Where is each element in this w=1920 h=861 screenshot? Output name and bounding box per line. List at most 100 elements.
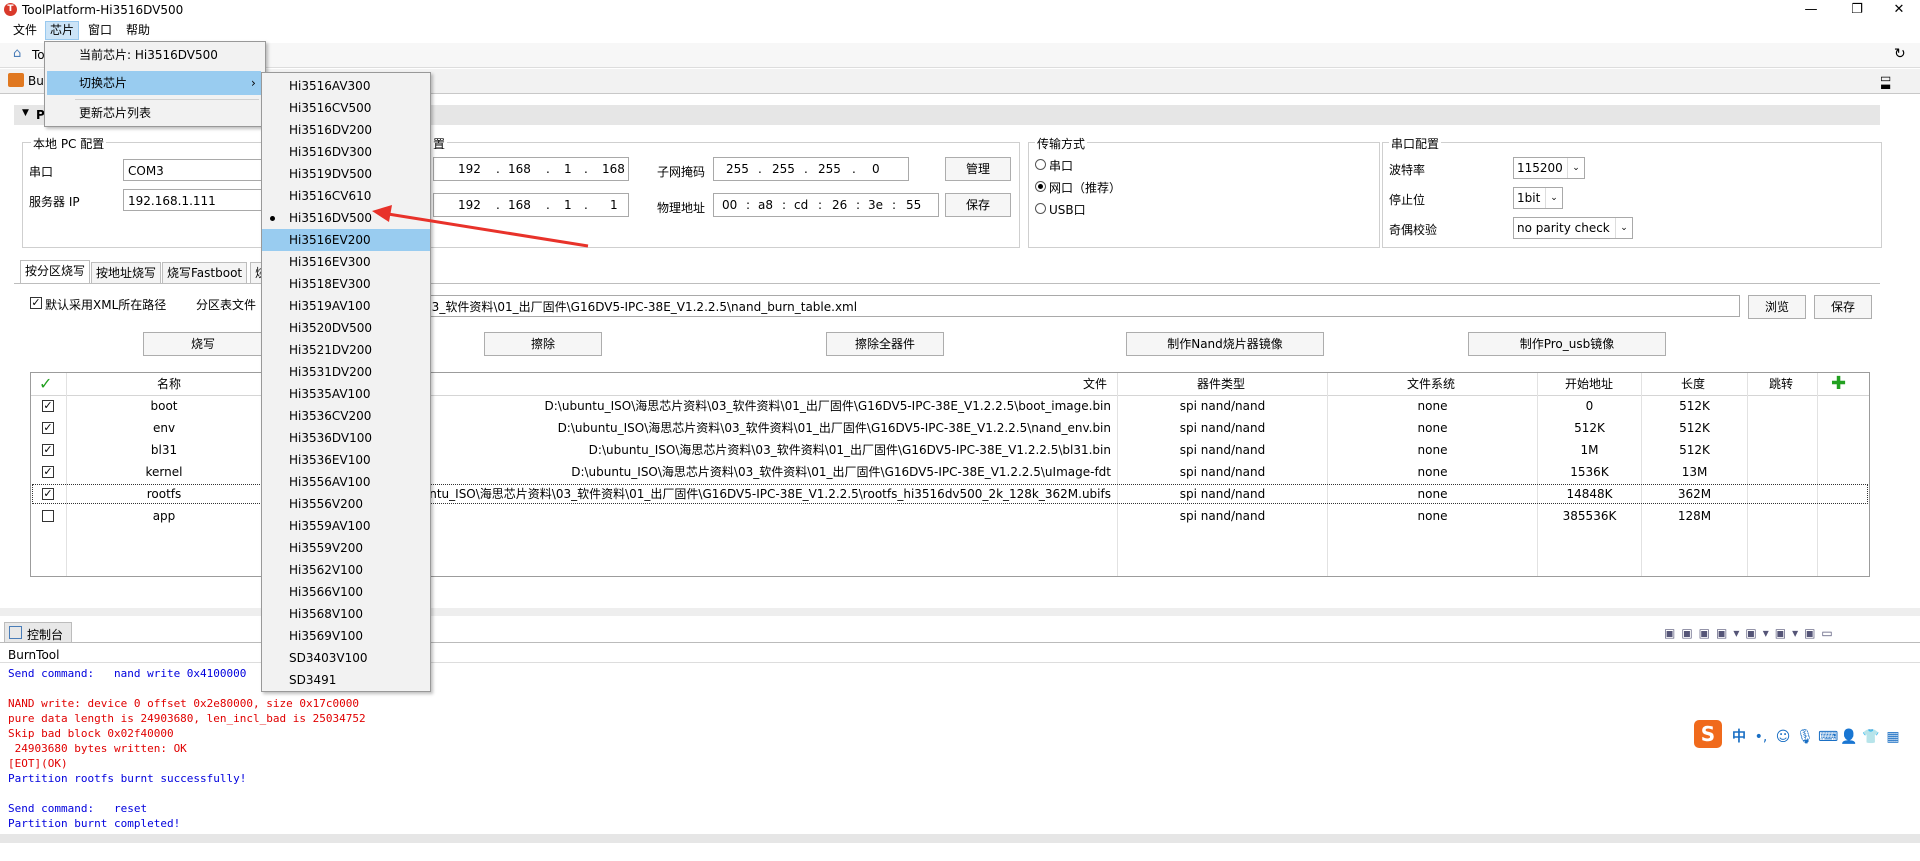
serial-field[interactable]: COM3 xyxy=(123,159,269,181)
punctuation-icon[interactable]: •, xyxy=(1752,728,1770,746)
chip-option[interactable]: Hi3556V200 xyxy=(262,493,430,515)
tab-fastboot-burn[interactable]: 烧写Fastboot xyxy=(162,262,248,283)
user-icon[interactable]: 👤 xyxy=(1840,728,1858,746)
menu-window[interactable]: 窗口 xyxy=(84,22,116,39)
chip-option[interactable]: Hi3566V100 xyxy=(262,581,430,603)
make-pro-usb-image-button[interactable]: 制作Pro_usb镜像 xyxy=(1468,332,1666,356)
chip-option[interactable]: Hi3568V100 xyxy=(262,603,430,625)
row-checkbox[interactable]: ✓ xyxy=(42,466,54,478)
switch-chip-item[interactable]: 切换芯片 › xyxy=(47,71,261,95)
chip-option[interactable]: Hi3536DV100 xyxy=(262,427,430,449)
baud-label: 波特率 xyxy=(1389,163,1426,177)
chip-option[interactable]: Hi3516CV500 xyxy=(262,97,430,119)
chip-option[interactable]: Hi3531DV200 xyxy=(262,361,430,383)
title-bar: T ToolPlatform-Hi3516DV500 — ❐ ✕ xyxy=(0,0,1920,20)
chip-option[interactable]: Hi3516AV300 xyxy=(262,75,430,97)
chip-option[interactable]: Hi3520DV500 xyxy=(262,317,430,339)
menu-help[interactable]: 帮助 xyxy=(122,22,154,39)
row-checkbox[interactable]: ✓ xyxy=(42,444,54,456)
chip-option[interactable]: Hi3536EV100 xyxy=(262,449,430,471)
chip-option-label: Hi3521DV200 xyxy=(289,343,373,357)
burn-button[interactable]: 烧写 xyxy=(143,332,263,356)
editor-tab-label[interactable]: Bu xyxy=(28,74,44,88)
ip-octet: 168 xyxy=(602,162,625,176)
keyboard-icon[interactable]: ⌨ xyxy=(1818,728,1838,746)
home-tab-label[interactable]: To xyxy=(32,48,45,62)
baud-select[interactable]: 115200 ⌄ xyxy=(1513,157,1585,179)
erase-all-button[interactable]: 擦除全器件 xyxy=(826,332,944,356)
close-button[interactable]: ✕ xyxy=(1876,0,1920,20)
chip-option[interactable]: Hi3562V100 xyxy=(262,559,430,581)
xml-save-button[interactable]: 保存 xyxy=(1814,295,1872,319)
default-xml-label: 默认采用XML所在路径 xyxy=(45,298,167,312)
chip-option[interactable]: Hi3519DV500 xyxy=(262,163,430,185)
mask-octet: 255 xyxy=(726,162,749,176)
update-chip-list-item[interactable]: 更新芯片列表 xyxy=(79,102,151,124)
refresh-icon[interactable]: ↻ xyxy=(1894,46,1906,62)
chip-option[interactable]: Hi3516EV300 xyxy=(262,251,430,273)
chip-option[interactable]: Hi3518EV300 xyxy=(262,273,430,295)
console-line: pure data length is 24903680, len_incl_b… xyxy=(8,712,366,725)
erase-button[interactable]: 擦除 xyxy=(484,332,602,356)
home-icon[interactable]: ⌂ xyxy=(13,47,29,61)
mac-field[interactable]: 00: a8: cd: 26: 3e: 55 xyxy=(713,193,939,217)
microphone-icon[interactable]: 🎙 xyxy=(1796,728,1814,746)
tab-partition-burn[interactable]: 按分区烧写 xyxy=(20,260,91,284)
ime-mode[interactable]: 中 xyxy=(1730,728,1748,746)
chip-option[interactable]: Hi3536CV200 xyxy=(262,405,430,427)
chip-option[interactable]: Hi3559V200 xyxy=(262,537,430,559)
console-tab[interactable]: 控制台 xyxy=(4,622,72,643)
chip-option[interactable]: Hi3535AV100 xyxy=(262,383,430,405)
horizontal-scrollbar[interactable] xyxy=(0,834,1920,843)
row-checkbox[interactable]: ✓ xyxy=(42,400,54,412)
make-nand-image-button[interactable]: 制作Nand烧片器镜像 xyxy=(1126,332,1324,356)
default-xml-checkbox[interactable]: ✓ xyxy=(30,297,42,309)
check-all-icon[interactable]: ✓ xyxy=(39,373,52,395)
chip-option[interactable]: Hi3521DV200 xyxy=(262,339,430,361)
minimize-button[interactable]: — xyxy=(1788,0,1834,20)
chip-option[interactable]: Hi3556AV100 xyxy=(262,471,430,493)
collapse-icon[interactable]: ▼ xyxy=(22,108,29,118)
add-row-icon[interactable]: ✚ xyxy=(1831,373,1846,395)
emoji-icon[interactable]: ☺ xyxy=(1774,728,1792,746)
device-type: spi nand/nand xyxy=(1179,421,1266,435)
maximize-view-icon[interactable]: ▬ xyxy=(1880,79,1891,93)
chip-option[interactable]: Hi3519AV100 xyxy=(262,295,430,317)
manage-button[interactable]: 管理 xyxy=(945,157,1011,181)
row-checkbox[interactable] xyxy=(42,510,54,522)
usb-radio[interactable] xyxy=(1035,203,1046,214)
partition-name: boot xyxy=(150,399,178,413)
network-radio[interactable] xyxy=(1035,181,1046,192)
row-checkbox[interactable]: ✓ xyxy=(42,488,54,500)
stop-bit-select[interactable]: 1bit ⌄ xyxy=(1513,187,1563,209)
tab-address-burn[interactable]: 按地址烧写 xyxy=(91,262,162,283)
chip-option[interactable]: SD3491 xyxy=(262,669,430,691)
chip-option[interactable]: SD3403V100 xyxy=(262,647,430,669)
board-ip-field[interactable]: 192. 168. 1. 168 xyxy=(433,157,629,181)
chip-option[interactable]: Hi3516DV300 xyxy=(262,141,430,163)
row-checkbox[interactable]: ✓ xyxy=(42,422,54,434)
ip-octet: 1 xyxy=(564,162,572,176)
chip-option[interactable]: Hi3516DV200 xyxy=(262,119,430,141)
partition-file-path[interactable]: \03_软件资料\01_出厂固件\G16DV5-IPC-38E_V1.2.2.5… xyxy=(420,295,1740,317)
chip-option[interactable]: Hi3569V100 xyxy=(262,625,430,647)
console-toolbar-icons[interactable]: ▣▣▣▣▾▣▾▣▾▣▭ xyxy=(1664,626,1904,640)
maximize-button[interactable]: ❐ xyxy=(1834,0,1880,20)
board-save-button[interactable]: 保存 xyxy=(945,193,1011,217)
parity-select[interactable]: no parity check ⌄ xyxy=(1513,217,1633,239)
server-ip-label: 服务器 IP xyxy=(29,195,80,209)
browse-button[interactable]: 浏览 xyxy=(1748,295,1806,319)
chip-option[interactable]: Hi3559AV100 xyxy=(262,515,430,537)
col-jump: 跳转 xyxy=(1769,377,1794,391)
device-type: spi nand/nand xyxy=(1179,465,1266,479)
apps-grid-icon[interactable]: ▦ xyxy=(1884,728,1902,746)
server-ip-field[interactable]: 192.168.1.111 xyxy=(123,189,269,211)
serial-radio[interactable] xyxy=(1035,159,1046,170)
ime-logo[interactable]: S xyxy=(1694,720,1722,748)
skin-icon[interactable]: 👕 xyxy=(1862,728,1880,746)
menu-chip[interactable]: 芯片 xyxy=(45,21,80,40)
menu-file[interactable]: 文件 xyxy=(9,22,41,39)
length: 512K xyxy=(1679,399,1710,413)
subnet-mask-field[interactable]: 255. 255. 255. 0 xyxy=(713,157,909,181)
